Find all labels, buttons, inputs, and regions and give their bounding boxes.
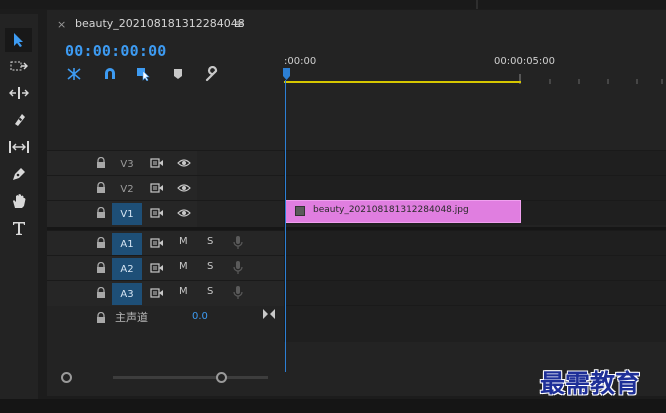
type-icon <box>12 222 25 235</box>
slip-icon <box>8 141 29 153</box>
sync-lock-icon[interactable] <box>150 262 164 274</box>
lock-icon[interactable] <box>96 237 106 249</box>
nest-sequence-button[interactable] <box>65 66 83 82</box>
track-target-a2[interactable]: A2 <box>112 258 142 280</box>
watermark-logo: 最需教育 <box>540 369 641 398</box>
sync-lock-icon[interactable] <box>150 237 164 249</box>
top-panel-edge-right <box>482 0 666 9</box>
bottom-strip <box>0 399 666 413</box>
solo-track-button[interactable]: S <box>207 236 213 247</box>
track-lane-v3[interactable] <box>284 150 666 175</box>
timeline-tab-bar: × beauty_202108181312284048 ≡ <box>47 10 666 38</box>
track-lane-v2[interactable] <box>284 175 666 200</box>
eye-icon[interactable] <box>177 183 191 193</box>
timeline-clip[interactable]: beauty_202108181312284048.jpg <box>285 200 521 223</box>
track-select-icon <box>10 61 28 71</box>
mute-track-button[interactable]: M <box>179 261 188 272</box>
zoom-scrollbar-track[interactable] <box>113 376 268 379</box>
mute-track-button[interactable]: M <box>179 236 188 247</box>
microphone-icon[interactable] <box>233 285 243 300</box>
track-header-v2: V2 <box>47 175 284 200</box>
master-track-label: 主声道 <box>115 311 148 324</box>
track-select-tool[interactable] <box>5 54 32 78</box>
lock-icon[interactable] <box>96 312 106 324</box>
zoom-scrollbar-handle-right[interactable] <box>216 372 227 383</box>
eye-icon[interactable] <box>177 208 191 218</box>
lock-icon[interactable] <box>96 287 106 299</box>
pen-icon <box>12 168 25 180</box>
clip-name: beauty_202108181312284048.jpg <box>313 205 469 215</box>
lock-icon[interactable] <box>96 207 106 219</box>
track-target-v3[interactable]: V3 <box>112 153 142 175</box>
playhead-line <box>285 80 286 372</box>
track-lane-a2[interactable] <box>284 255 666 280</box>
lock-icon[interactable] <box>96 262 106 274</box>
ruler-label-start: :00:00 <box>284 56 317 67</box>
linked-selection-icon <box>137 68 150 81</box>
lock-icon[interactable] <box>96 157 106 169</box>
microphone-icon[interactable] <box>233 260 243 275</box>
sequence-tab-title[interactable]: beauty_202108181312284048 <box>75 17 245 30</box>
track-lane-a3[interactable] <box>284 280 666 305</box>
top-panel-edge-left <box>0 0 478 9</box>
track-lane-master <box>284 305 666 342</box>
master-volume-value[interactable]: 0.0 <box>192 311 208 322</box>
solo-track-button[interactable]: S <box>207 286 213 297</box>
slip-tool[interactable] <box>5 135 32 159</box>
solo-track-button[interactable]: S <box>207 261 213 272</box>
track-header-a3: A3 M S <box>47 280 284 305</box>
snap-button[interactable] <box>101 66 119 82</box>
go-to-end-icon[interactable] <box>263 309 275 319</box>
close-tab-icon[interactable]: × <box>57 18 66 31</box>
add-marker-icon <box>174 69 182 79</box>
panel-menu-icon[interactable]: ≡ <box>234 17 244 31</box>
sync-lock-icon[interactable] <box>150 287 164 299</box>
type-tool[interactable] <box>5 216 32 240</box>
premiere-workspace: × beauty_202108181312284048 ≡ 00:00:00:0… <box>0 0 666 413</box>
tools-panel <box>0 14 38 399</box>
razor-icon <box>14 114 25 126</box>
razor-tool[interactable] <box>5 108 32 132</box>
snap-icon <box>105 68 115 79</box>
nest-sequence-icon <box>67 68 81 80</box>
linked-selection-button[interactable] <box>135 66 153 82</box>
work-area-bar[interactable] <box>284 81 521 83</box>
sync-lock-icon[interactable] <box>150 157 164 169</box>
track-target-a1[interactable]: A1 <box>112 233 142 255</box>
timeline-settings-icon <box>205 66 218 82</box>
mute-track-button[interactable]: M <box>179 286 188 297</box>
track-header-v1: V1 <box>47 200 284 225</box>
top-strip <box>0 0 666 9</box>
track-header-a2: A2 M S <box>47 255 284 280</box>
playhead-handle[interactable] <box>283 68 290 80</box>
playhead-timecode[interactable]: 00:00:00:00 <box>65 42 167 60</box>
sync-lock-icon[interactable] <box>150 182 164 194</box>
ruler-label-5s: 00:00:05:00 <box>494 56 556 67</box>
track-target-a3[interactable]: A3 <box>112 283 142 305</box>
image-clip-icon <box>295 206 305 216</box>
track-header-v3: V3 <box>47 150 284 175</box>
eye-icon[interactable] <box>177 158 191 168</box>
hand-tool[interactable] <box>5 189 32 213</box>
zoom-scrollbar-handle-left[interactable] <box>61 372 72 383</box>
pen-tool[interactable] <box>5 162 32 186</box>
track-header-a1: A1 M S <box>47 230 284 255</box>
track-target-v1[interactable]: V1 <box>112 203 142 225</box>
track-target-v2[interactable]: V2 <box>112 178 142 200</box>
lock-icon[interactable] <box>96 182 106 194</box>
sync-lock-icon[interactable] <box>150 207 164 219</box>
ripple-edit-tool[interactable] <box>5 81 32 105</box>
ripple-edit-icon <box>8 87 29 99</box>
selection-icon <box>13 33 23 47</box>
microphone-icon[interactable] <box>233 235 243 250</box>
selection-tool[interactable] <box>5 28 32 52</box>
add-marker-button[interactable] <box>169 66 187 82</box>
timeline-settings-button[interactable] <box>203 66 221 82</box>
timeline-panel: × beauty_202108181312284048 ≡ 00:00:00:0… <box>47 10 666 396</box>
hand-icon <box>12 194 25 208</box>
track-lane-a1[interactable] <box>284 230 666 255</box>
